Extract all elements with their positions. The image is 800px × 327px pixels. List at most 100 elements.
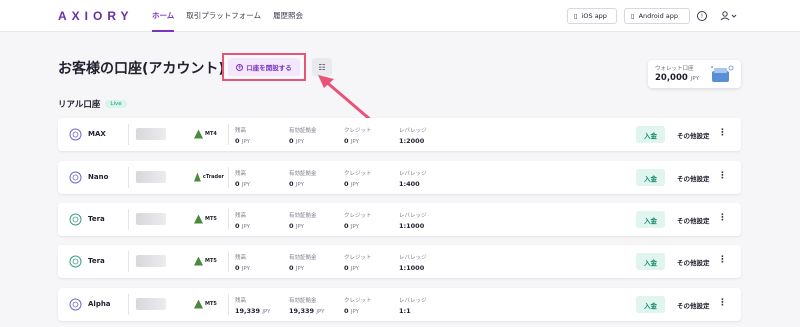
platform-logo: MT5 [194, 255, 224, 267]
wallet-icon [711, 65, 734, 82]
deposit-button[interactable]: 入金 [636, 126, 665, 143]
balance-value: 0 [235, 222, 240, 230]
divider [128, 124, 129, 145]
nav-platforms[interactable]: 取引プラットフォーム [186, 0, 261, 32]
user-menu-icon[interactable] [718, 9, 740, 23]
other-settings-link[interactable]: その他設定 [677, 173, 710, 183]
divider [128, 209, 129, 230]
account-type-icon [69, 298, 82, 311]
balance-value: 0 [235, 137, 240, 145]
balance-value: 0 [235, 264, 240, 272]
account-row: Tera MT5 残高 0 JPY 有効証拠金 0 JPY クレジット 0 JP… [58, 203, 741, 236]
annotation-arrow [318, 75, 373, 123]
leverage-column: レバレッジ 1:1000 [399, 213, 427, 230]
margin-column: 有効証拠金 0 JPY [289, 255, 317, 272]
leverage-column: レバレッジ 1:400 [399, 171, 427, 188]
account-name: MAX [88, 130, 106, 138]
real-accounts-heading: リアル口座 Live [58, 98, 127, 110]
balance-column: 残高 0 JPY [235, 128, 250, 145]
other-settings-link[interactable]: その他設定 [677, 257, 710, 267]
more-options-icon[interactable]: ⋮ [718, 298, 727, 308]
credit-column: クレジット 0 JPY [344, 213, 372, 230]
deposit-button[interactable]: 入金 [636, 253, 665, 270]
balance-column: 残高 0 JPY [235, 171, 250, 188]
account-type-icon [69, 213, 82, 226]
platform-logo: cTrader [194, 171, 224, 183]
account-name: Nano [88, 173, 109, 181]
balance-column: 残高 19,339 JPY [235, 298, 271, 315]
credit-column: クレジット 0 JPY [344, 171, 372, 188]
open-account-button[interactable]: + 口座を開設する [228, 58, 300, 76]
credit-value: 0 [344, 180, 349, 188]
credit-value: 0 [344, 264, 349, 272]
margin-value: 0 [289, 180, 294, 188]
more-options-icon[interactable]: ⋮ [718, 213, 727, 223]
account-row: Tera MT5 残高 0 JPY 有効証拠金 0 JPY クレジット 0 JP… [58, 245, 741, 278]
divider [228, 251, 229, 272]
masked-account-number [136, 298, 166, 310]
leverage-column: レバレッジ 1:1000 [399, 255, 427, 272]
wallet-card[interactable]: ウォレット口座 20,000 JPY [648, 60, 741, 88]
other-settings-link[interactable]: その他設定 [677, 300, 710, 310]
account-name: Alpha [88, 300, 111, 308]
leverage-value: 1:2000 [399, 137, 425, 145]
account-row: MAX MT4 残高 0 JPY 有効証拠金 0 JPY クレジット 0 JPY… [58, 118, 741, 151]
divider [228, 209, 229, 230]
axiory-logo[interactable]: AXIORY [58, 9, 134, 23]
phone-icon: ▯ [574, 12, 578, 20]
ios-app-button[interactable]: ▯ iOS app [567, 8, 617, 24]
top-header: AXIORY ホーム 取引プラットフォーム 履歴照会 ▯ iOS app ▯ A… [0, 0, 800, 32]
margin-value: 19,339 [289, 307, 315, 315]
divider [128, 294, 129, 315]
more-options-icon[interactable]: ⋮ [718, 255, 727, 265]
leverage-column: レバレッジ 1:2000 [399, 128, 427, 145]
masked-account-number [136, 171, 166, 183]
credit-value: 0 [344, 222, 349, 230]
account-type-icon [69, 128, 82, 141]
margin-column: 有効証拠金 19,339 JPY [289, 298, 325, 315]
account-name: Tera [88, 215, 105, 223]
plus-circle-icon: + [236, 63, 244, 71]
margin-value: 0 [289, 222, 294, 230]
margin-value: 0 [289, 264, 294, 272]
nav-history[interactable]: 履歴照会 [273, 0, 303, 32]
margin-column: 有効証拠金 0 JPY [289, 171, 317, 188]
deposit-button[interactable]: 入金 [636, 211, 665, 228]
masked-account-number [136, 255, 166, 267]
divider [128, 167, 129, 188]
account-row: Nano cTrader 残高 0 JPY 有効証拠金 0 JPY クレジット … [58, 161, 741, 194]
balance-value: 0 [235, 180, 240, 188]
credit-column: クレジット 0 JPY [344, 128, 372, 145]
account-type-icon [69, 171, 82, 184]
leverage-value: 1:1 [399, 307, 411, 315]
account-name: Tera [88, 257, 105, 265]
leverage-value: 1:1000 [399, 222, 425, 230]
deposit-button[interactable]: 入金 [636, 169, 665, 186]
more-options-icon[interactable]: ⋮ [718, 171, 727, 181]
phone-icon: ▯ [631, 12, 635, 20]
balance-column: 残高 0 JPY [235, 255, 250, 272]
platform-logo: MT4 [194, 128, 224, 140]
more-options-icon[interactable]: ⋮ [718, 128, 727, 138]
wallet-label: ウォレット口座 [655, 66, 694, 72]
other-settings-link[interactable]: その他設定 [677, 130, 710, 140]
balance-column: 残高 0 JPY [235, 213, 250, 230]
margin-column: 有効証拠金 0 JPY [289, 213, 317, 230]
balance-value: 19,339 [235, 307, 261, 315]
credit-value: 0 [344, 137, 349, 145]
platform-logo: MT5 [194, 213, 224, 225]
live-badge: Live [105, 100, 127, 108]
wallet-amount: 20,000 JPY [655, 73, 699, 83]
android-app-button[interactable]: ▯ Android app [624, 8, 690, 24]
credit-value: 0 [344, 307, 349, 315]
deposit-button[interactable]: 入金 [636, 296, 665, 313]
info-icon[interactable]: ! [695, 9, 709, 23]
leverage-column: レバレッジ 1:1 [399, 298, 427, 315]
leverage-value: 1:1000 [399, 264, 425, 272]
margin-column: 有効証拠金 0 JPY [289, 128, 317, 145]
divider [128, 251, 129, 272]
nav-home[interactable]: ホーム [152, 0, 175, 32]
other-settings-link[interactable]: その他設定 [677, 215, 710, 225]
margin-value: 0 [289, 137, 294, 145]
leverage-value: 1:400 [399, 180, 420, 188]
